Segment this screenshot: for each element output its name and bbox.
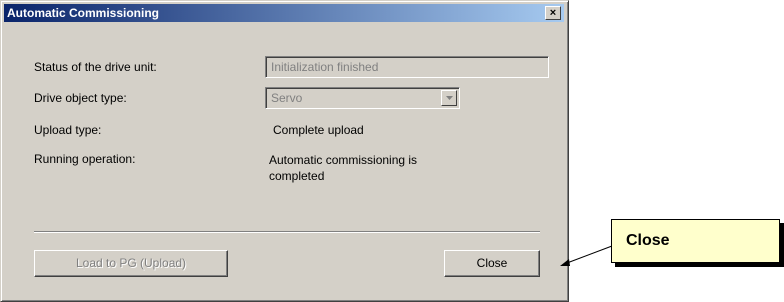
load-to-pg-button: Load to PG (Upload) — [34, 250, 228, 277]
close-icon[interactable]: × — [545, 6, 561, 20]
chevron-down-icon — [441, 90, 457, 106]
drive-object-value: Servo — [271, 91, 303, 105]
upload-type-label: Upload type: — [34, 123, 102, 137]
close-button[interactable]: Close — [444, 250, 540, 277]
running-operation-value: Automatic commissioning is completed — [269, 153, 418, 183]
drive-object-select: Servo — [265, 87, 460, 109]
callout-text: Close — [626, 232, 670, 249]
window-title: Automatic Commissioning — [7, 6, 160, 20]
status-field: Initialization finished — [265, 56, 549, 78]
drive-object-label: Drive object type: — [34, 91, 127, 105]
separator — [34, 231, 540, 233]
status-label: Status of the drive unit: — [34, 60, 157, 74]
callout-box: Close — [611, 219, 780, 263]
running-operation-label: Running operation: — [34, 152, 136, 166]
title-bar[interactable]: Automatic Commissioning × — [4, 4, 564, 22]
upload-type-value: Complete upload — [273, 123, 364, 137]
callout-arrow — [560, 245, 613, 266]
commissioning-dialog: Automatic Commissioning × Status of the … — [0, 0, 569, 302]
status-value: Initialization finished — [271, 60, 379, 74]
